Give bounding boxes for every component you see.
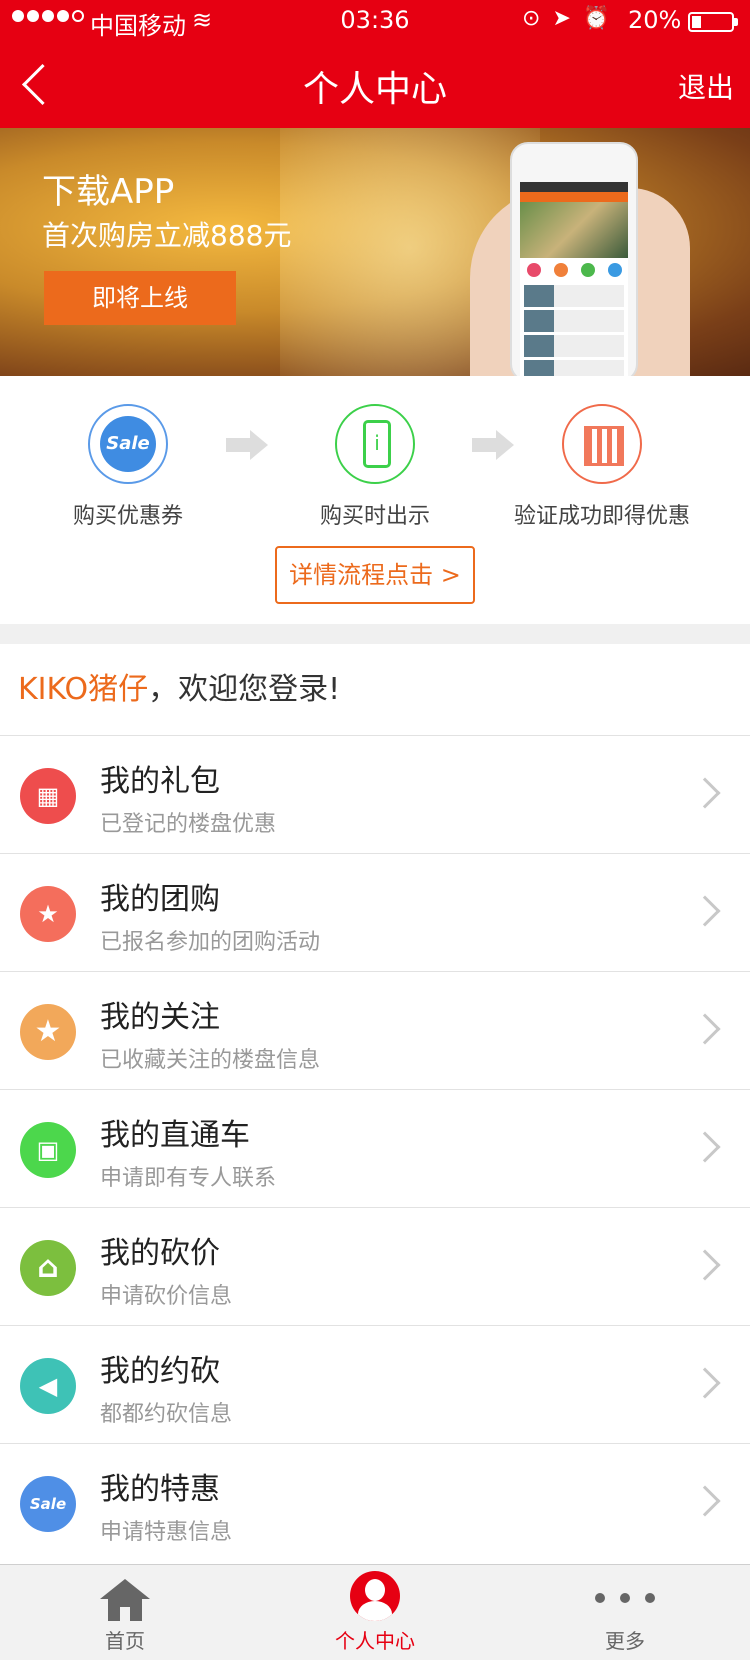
menu-item-favorites[interactable]: ★ 我的关注 已收藏关注的楼盘信息 [0,972,750,1090]
step-label: 验证成功即得优惠 [513,504,690,529]
phone-mockup-image [510,142,638,376]
menu-item-gifts[interactable]: ▦ 我的礼包 已登记的楼盘优惠 [0,736,750,854]
tab-home[interactable]: 首页 [0,1565,250,1660]
tab-more[interactable]: 更多 [500,1565,750,1660]
chevron-right-icon [689,1013,721,1045]
menu-item-subtitle: 已登记的楼盘优惠 [100,812,277,837]
menu-item-subtitle: 申请即有专人联系 [100,1166,277,1191]
menu-item-special-offers[interactable]: Sale 我的特惠 申请特惠信息 [0,1444,750,1562]
menu-item-title: 我的特惠 [100,1472,220,1507]
sale-badge-icon: Sale [20,1476,76,1532]
location-icon: ➤ [552,6,571,31]
megaphone-icon: ◀ [20,1358,76,1414]
bus-icon: ▣ [20,1122,76,1178]
top-bar: 中国移动 ≋ 03:36 ⊙ ➤ ⏰ 20% 个人中心 退出 [0,0,750,128]
banner-title: 下载APP [42,172,175,212]
rotation-lock-icon: ⊙ [522,6,541,31]
chevron-right-icon [689,895,721,927]
battery-icon [688,12,738,32]
app-download-banner[interactable]: 下载APP 首次购房立减888元 即将上线 [0,128,750,376]
chevron-right-icon [689,1249,721,1281]
menu-item-subtitle: 申请砍价信息 [100,1284,233,1309]
menu-item-subtitle: 已报名参加的团购活动 [100,930,321,955]
menu-item-subtitle: 申请特惠信息 [100,1520,233,1545]
arrow-right-icon [472,430,516,460]
logout-button[interactable]: 退出 [678,66,734,106]
battery-percent: 20% [628,6,682,34]
banner-subtitle: 首次购房立减888元 [42,219,292,252]
gift-icon: ▦ [20,768,76,824]
chevron-right-icon [689,777,721,809]
chevron-right-icon [689,1367,721,1399]
menu-item-title: 我的关注 [100,1000,220,1035]
house-thumb-icon: ⌂ [20,1240,76,1296]
username: KIKO猪仔 [18,672,149,707]
step-label: 购买优惠券 [72,504,183,529]
menu-item-title: 我的团购 [100,882,220,917]
menu-item-subtitle: 都都约砍信息 [100,1402,233,1427]
coupon-steps: Sale i 购买优惠券 购买时出示 验证成功即得优惠 详情流程点击 > [0,376,750,624]
more-icon [595,1593,655,1605]
tab-label: 个人中心 [335,1629,415,1653]
welcome-text: ，欢迎您登录! [148,672,341,707]
page-title: 个人中心 [302,69,447,110]
menu-item-title: 我的礼包 [100,764,220,799]
system-icons: ⊙ ➤ ⏰ [522,6,610,31]
status-bar: 中国移动 ≋ 03:36 ⊙ ➤ ⏰ 20% [0,0,750,42]
home-icon [100,1579,150,1621]
step-label: 购买时出示 [319,504,430,529]
phone-icon: i [335,404,415,484]
menu-item-subtitle: 已收藏关注的楼盘信息 [100,1048,321,1073]
tab-label: 首页 [105,1629,145,1653]
shopping-bag-icon: ★ [20,886,76,942]
process-details-button[interactable]: 详情流程点击 > [275,546,475,604]
user-icon [350,1571,400,1621]
menu-item-title: 我的砍价 [100,1236,220,1271]
profile-menu: ▦ 我的礼包 已登记的楼盘优惠 ★ 我的团购 已报名参加的团购活动 ★ 我的关注… [0,736,750,1564]
tab-bar: 首页 个人中心 更多 [0,1564,750,1660]
arrow-right-icon [226,430,270,460]
star-icon: ★ [20,1004,76,1060]
tab-label: 更多 [605,1629,645,1653]
menu-item-title: 我的约砍 [100,1354,220,1389]
qr-code-icon [562,404,642,484]
menu-item-group-buy[interactable]: ★ 我的团购 已报名参加的团购活动 [0,854,750,972]
alarm-icon: ⏰ [582,6,611,31]
chevron-right-icon [689,1131,721,1163]
menu-item-title: 我的直通车 [100,1118,250,1153]
chevron-right-icon [689,1485,721,1517]
coming-soon-button[interactable]: 即将上线 [44,271,236,325]
sale-coupon-icon: Sale [88,404,168,484]
menu-item-bargain[interactable]: ⌂ 我的砍价 申请砍价信息 [0,1208,750,1326]
tab-profile[interactable]: 个人中心 [250,1565,500,1660]
nav-header: 个人中心 退出 [0,42,750,128]
menu-item-shuttle[interactable]: ▣ 我的直通车 申请即有专人联系 [0,1090,750,1208]
menu-item-appointment-bargain[interactable]: ◀ 我的约砍 都都约砍信息 [0,1326,750,1444]
welcome-message: KIKO猪仔，欢迎您登录! [0,644,750,736]
